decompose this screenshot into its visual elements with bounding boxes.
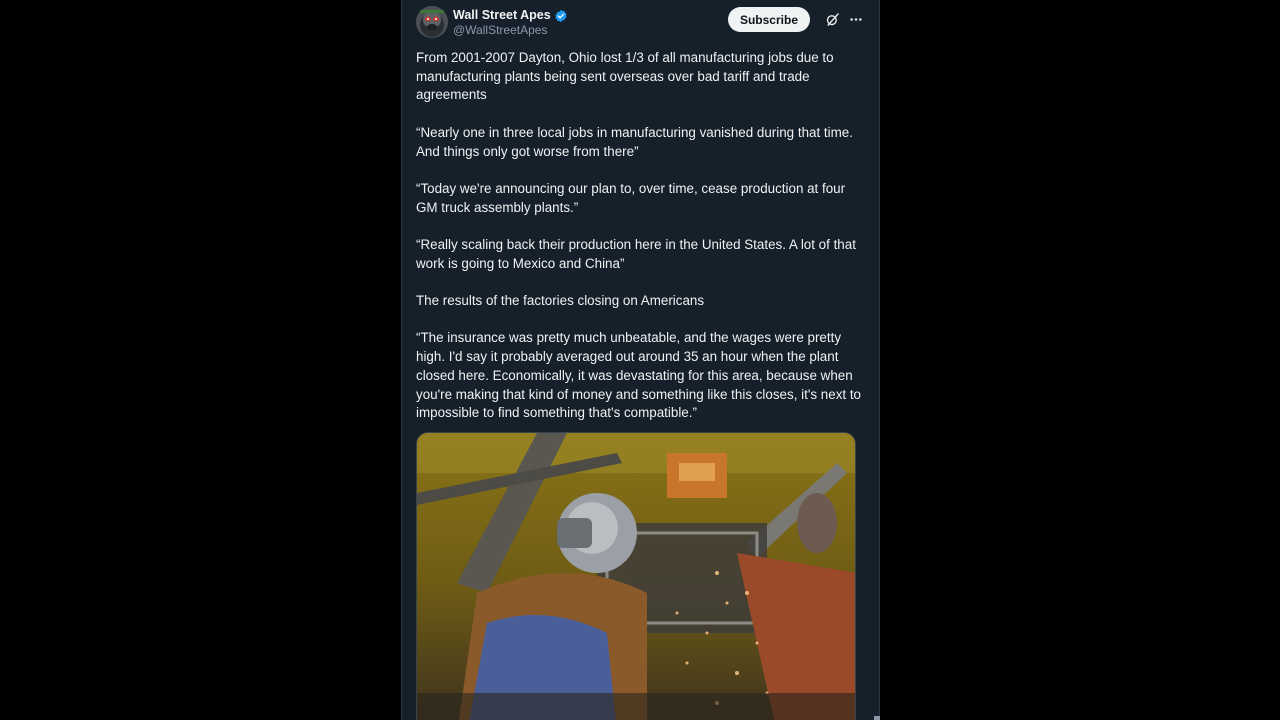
post-paragraph: “Nearly one in three local jobs in manuf… — [416, 124, 853, 159]
author-name[interactable]: Wall Street Apes — [453, 8, 551, 23]
post-paragraph: “The insurance was pretty much unbeatabl… — [416, 330, 861, 421]
author-info[interactable]: Wall Street Apes @WallStreetApes — [453, 8, 568, 38]
post-paragraph: “Today we're announcing our plan to, ove… — [416, 180, 846, 215]
post-text: From 2001-2007 Dayton, Ohio lost 1/3 of … — [416, 49, 862, 442]
scrollbar-thumb[interactable] — [874, 716, 880, 720]
post-column: Wall Street Apes @WallStreetApes Subscri… — [401, 0, 880, 720]
subscribe-button[interactable]: Subscribe — [727, 7, 810, 32]
gorilla-avatar-icon[interactable] — [416, 6, 448, 38]
post-header: Wall Street Apes @WallStreetApes Subscri… — [416, 6, 866, 40]
post-paragraph: “Really scaling back their production he… — [416, 236, 856, 271]
factory-welding-scene — [417, 433, 855, 720]
verified-badge-icon — [554, 9, 568, 23]
video-player[interactable] — [416, 432, 856, 720]
post-paragraph: The results of the factories closing on … — [416, 293, 705, 309]
more-options-icon[interactable] — [848, 12, 864, 27]
grok-icon[interactable] — [825, 12, 840, 27]
author-handle[interactable]: @WallStreetApes — [453, 23, 568, 38]
post-paragraph: From 2001-2007 Dayton, Ohio lost 1/3 of … — [416, 50, 834, 103]
